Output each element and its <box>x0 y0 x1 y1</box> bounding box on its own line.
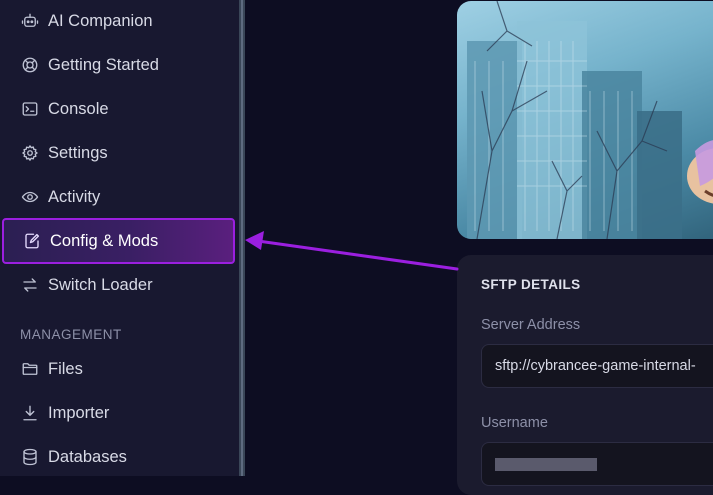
annotation-arrow <box>245 231 459 271</box>
